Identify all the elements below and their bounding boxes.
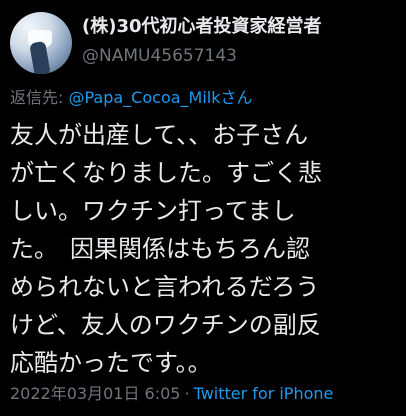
author-handle[interactable]: @NAMU45657143 xyxy=(82,46,398,66)
reply-to-link[interactable]: @Papa_Cocoa_Milkさん xyxy=(68,88,252,107)
tweet-card: (株)30代初心者投資家経営者 @NAMU45657143 返信先: @Papa… xyxy=(0,0,406,416)
tweet-text-line: 応酷かったです。。 xyxy=(10,349,212,377)
meta-separator: · xyxy=(184,384,190,403)
tweet-text-line: められないと言われるだろう xyxy=(10,273,320,301)
tweet-text-line: が亡くなりました。すごく悲 xyxy=(10,159,322,187)
tweet-text: 友人が出産して、、お子さん が亡くなりました。すごく悲 しい。ワクチン打ってまし… xyxy=(10,116,402,382)
tweet-text-line: しい。ワクチン打ってまし xyxy=(10,197,296,225)
avatar[interactable] xyxy=(10,12,72,74)
reply-prefix: 返信先: xyxy=(10,88,69,107)
tweet-meta: 2022年03月01日 6:05 · Twitter for iPhone xyxy=(10,383,333,405)
tweet-text-line: けど、友人のワクチンの副反 xyxy=(10,311,321,339)
author-display-name[interactable]: (株)30代初心者投資家経営者 xyxy=(82,16,398,38)
tweet-text-line: 友人が出産して、、お子さん xyxy=(10,121,309,149)
tweet-source-link[interactable]: Twitter for iPhone xyxy=(194,384,334,403)
tweet-header: (株)30代初心者投資家経営者 @NAMU45657143 xyxy=(82,16,398,66)
reply-context: 返信先: @Papa_Cocoa_Milkさん xyxy=(10,88,253,108)
tweet-text-line: た。 因果関係はもちろん認 xyxy=(10,235,310,263)
tweet-timestamp[interactable]: 2022年03月01日 6:05 xyxy=(10,384,180,403)
